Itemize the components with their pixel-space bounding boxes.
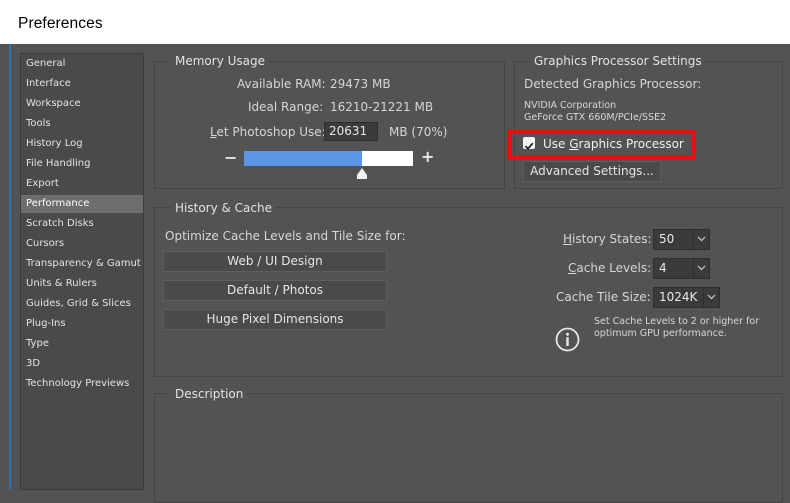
history-cache-title: History & Cache xyxy=(171,201,276,215)
sidebar-item-cursors[interactable]: Cursors xyxy=(21,235,143,253)
sidebar-item-transparency-gamut[interactable]: Transparency & Gamut xyxy=(21,255,143,273)
chevron-down-icon xyxy=(693,230,709,249)
sidebar-item-type[interactable]: Type xyxy=(21,335,143,353)
sidebar-item-general[interactable]: General xyxy=(21,55,143,73)
sidebar-item-performance[interactable]: Performance xyxy=(21,195,143,213)
available-ram-label: Available RAM: xyxy=(237,77,326,91)
cache-levels-label: Cache Levels: xyxy=(568,261,652,275)
sidebar-item-tools[interactable]: Tools xyxy=(21,115,143,133)
chevron-down-icon xyxy=(693,259,709,278)
title-bar: Preferences xyxy=(0,0,790,44)
check-icon xyxy=(524,142,534,150)
history-states-select[interactable]: 50 xyxy=(653,229,710,250)
cache-info-line2: optimum GPU performance. xyxy=(594,328,727,339)
info-icon xyxy=(555,327,580,352)
cache-tile-size-label: Cache Tile Size: xyxy=(556,290,651,304)
available-ram-value: 29473 MB xyxy=(330,77,391,91)
sidebar-item-technology-previews[interactable]: Technology Previews xyxy=(21,375,143,393)
memory-slider-thumb[interactable] xyxy=(357,168,367,175)
memory-slider-thumb-base xyxy=(357,175,367,179)
sidebar: General Interface Workspace Tools History Lo… xyxy=(20,53,144,490)
sidebar-item-scratch-disks[interactable]: Scratch Disks xyxy=(21,215,143,233)
optimize-cache-label: Optimize Cache Levels and Tile Size for: xyxy=(165,229,406,243)
sidebar-item-history-log[interactable]: History Log xyxy=(21,135,143,153)
sidebar-item-export[interactable]: Export xyxy=(21,175,143,193)
cache-tile-size-select[interactable]: 1024K xyxy=(653,287,720,308)
decrease-memory-button[interactable]: − xyxy=(224,148,237,167)
sidebar-item-units-rulers[interactable]: Units & Rulers xyxy=(21,275,143,293)
cache-info-line1: Set Cache Levels to 2 or higher for xyxy=(594,316,760,327)
memory-usage-input[interactable]: 20631 xyxy=(324,122,378,141)
detected-gpu-label: Detected Graphics Processor: xyxy=(524,77,702,91)
let-photoshop-use-label: Let Photoshop Use: xyxy=(210,125,326,139)
window-border xyxy=(9,44,11,490)
cache-levels-select[interactable]: 4 xyxy=(653,258,710,279)
chevron-down-icon xyxy=(703,288,719,307)
increase-memory-button[interactable]: + xyxy=(421,147,434,166)
sidebar-item-file-handling[interactable]: File Handling xyxy=(21,155,143,173)
sidebar-item-interface[interactable]: Interface xyxy=(21,75,143,93)
sidebar-item-3d[interactable]: 3D xyxy=(21,355,143,373)
advanced-settings-button[interactable]: Advanced Settings... xyxy=(523,161,661,182)
history-states-label: History States: xyxy=(563,232,652,246)
sidebar-item-guides-grid-slices[interactable]: Guides, Grid & Slices xyxy=(21,295,143,313)
huge-pixel-dimensions-button[interactable]: Huge Pixel Dimensions xyxy=(163,309,387,330)
graphics-processor-title: Graphics Processor Settings xyxy=(530,54,706,68)
default-photos-button[interactable]: Default / Photos xyxy=(163,280,387,301)
window-title: Preferences xyxy=(18,15,103,32)
gpu-model: GeForce GTX 660M/PCIe/SSE2 xyxy=(524,112,667,123)
use-gpu-label[interactable]: Use Graphics Processor xyxy=(543,137,684,151)
use-gpu-checkbox[interactable] xyxy=(523,137,535,150)
memory-usage-unit: MB (70%) xyxy=(389,125,448,139)
web-ui-design-button[interactable]: Web / UI Design xyxy=(163,251,387,272)
description-title: Description xyxy=(171,387,248,401)
memory-slider[interactable] xyxy=(244,151,413,166)
sidebar-item-plug-ins[interactable]: Plug-Ins xyxy=(21,315,143,333)
description-group xyxy=(154,393,783,503)
ideal-range-label: Ideal Range: xyxy=(248,100,324,114)
gpu-vendor: NVIDIA Corporation xyxy=(524,100,617,111)
memory-slider-fill xyxy=(244,151,362,166)
memory-usage-title: Memory Usage xyxy=(171,54,270,68)
ideal-range-value: 16210-21221 MB xyxy=(330,100,434,114)
sidebar-item-workspace[interactable]: Workspace xyxy=(21,95,143,113)
